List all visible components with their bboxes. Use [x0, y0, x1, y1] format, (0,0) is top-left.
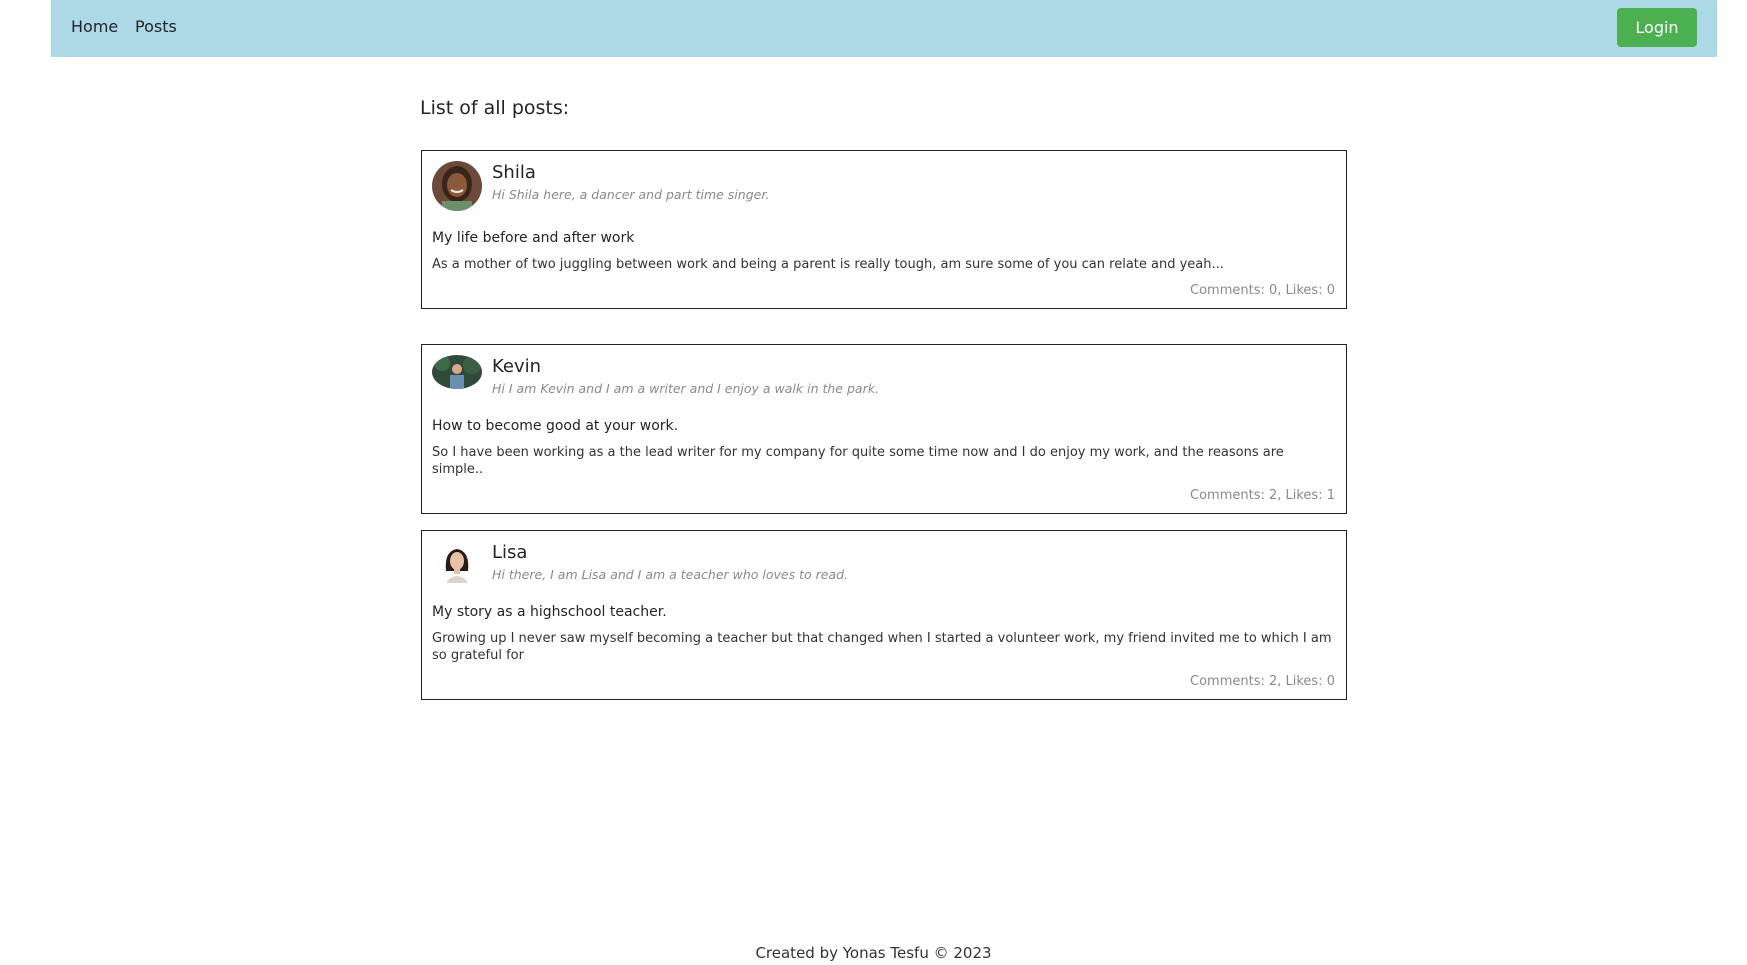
- post-title[interactable]: How to become good at your work.: [432, 418, 1335, 434]
- post-author-header: Shila Hi Shila here, a dancer and part t…: [432, 161, 1335, 213]
- nav-posts-link[interactable]: Posts: [135, 17, 177, 36]
- avatar-kevin-icon: [432, 355, 482, 389]
- post-stats: Comments: 2, Likes: 0: [1190, 674, 1335, 689]
- post-card[interactable]: Kevin Hi I am Kevin and I am a writer an…: [421, 344, 1347, 514]
- post-excerpt: As a mother of two juggling between work…: [432, 257, 1224, 272]
- post-card[interactable]: Shila Hi Shila here, a dancer and part t…: [421, 150, 1347, 309]
- post-author-bio: Hi Shila here, a dancer and part time si…: [492, 187, 770, 202]
- post-author-bio: Hi I am Kevin and I am a writer and I en…: [492, 381, 879, 396]
- avatar: [432, 355, 482, 389]
- post-stats: Comments: 0, Likes: 0: [1190, 283, 1335, 298]
- post-title[interactable]: My story as a highschool teacher.: [432, 604, 1335, 620]
- page-title: List of all posts:: [420, 97, 570, 119]
- login-button[interactable]: Login: [1617, 8, 1697, 47]
- avatar-lisa-icon: [432, 541, 482, 591]
- post-card[interactable]: Lisa Hi there, I am Lisa and I am a teac…: [421, 530, 1347, 700]
- avatar-shila-icon: [432, 161, 482, 211]
- post-author-header: Lisa Hi there, I am Lisa and I am a teac…: [432, 541, 1335, 591]
- post-author-name[interactable]: Lisa: [492, 542, 848, 564]
- top-navbar: Home Posts Login: [51, 0, 1717, 57]
- post-author-header: Kevin Hi I am Kevin and I am a writer an…: [432, 355, 1335, 401]
- post-excerpt: So I have been working as a the lead wri…: [432, 445, 1284, 477]
- avatar: [432, 161, 482, 211]
- post-author-name[interactable]: Kevin: [492, 356, 879, 378]
- post-stats: Comments: 2, Likes: 1: [1190, 488, 1335, 503]
- post-author-name[interactable]: Shila: [492, 162, 769, 184]
- post-author-bio: Hi there, I am Lisa and I am a teacher w…: [492, 567, 849, 582]
- post-excerpt: Growing up I never saw myself becoming a…: [432, 631, 1332, 663]
- post-title[interactable]: My life before and after work: [432, 230, 1335, 246]
- avatar: [432, 541, 482, 591]
- nav-home-link[interactable]: Home: [71, 17, 118, 36]
- footer-credit: Created by Yonas Tesfu © 2023: [755, 944, 992, 962]
